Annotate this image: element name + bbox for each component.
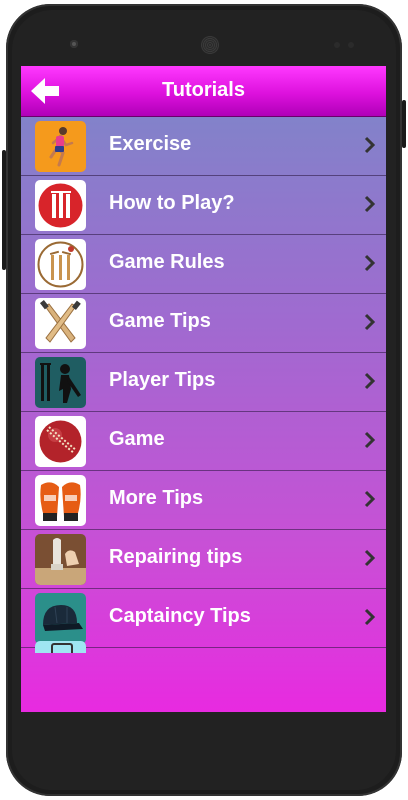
crossed-bats-icon [35, 298, 86, 349]
bag-icon [51, 643, 73, 653]
partial-list-item-thumb [35, 641, 86, 653]
list-item-label: Repairing tips [109, 546, 243, 568]
cricket-cap-icon [35, 593, 86, 644]
list-item-label: Player Tips [109, 369, 216, 391]
list-item-label: How to Play? [109, 192, 235, 214]
list-item-label: Captaincy Tips [109, 605, 251, 627]
list-item-more-tips[interactable]: More Tips [21, 471, 386, 530]
list-item-captaincy-tips[interactable]: Captaincy Tips [21, 589, 386, 648]
chevron-right-icon [364, 312, 376, 332]
chevron-right-icon [364, 194, 376, 214]
list-item-label: More Tips [109, 487, 204, 509]
chevron-right-icon [364, 607, 376, 627]
keeping-gloves-icon [35, 475, 86, 526]
cricket-ball-icon [35, 416, 86, 467]
bat-repair-icon [35, 534, 86, 585]
chevron-right-icon [364, 371, 376, 391]
power-button [402, 100, 406, 148]
list-item-label: Game Tips [109, 310, 211, 332]
light-sensor [348, 42, 354, 48]
earpiece-speaker [201, 36, 219, 54]
list-item-label: Exercise [109, 133, 192, 155]
tutorial-list: Exercise How to Play? Game Rules Game Ti… [21, 117, 386, 653]
proximity-sensor [334, 42, 340, 48]
list-item-game-tips[interactable]: Game Tips [21, 294, 386, 353]
batsman-icon [35, 357, 86, 408]
list-item-game[interactable]: Game [21, 412, 386, 471]
list-item-player-tips[interactable]: Player Tips [21, 353, 386, 412]
runner-icon [35, 121, 86, 172]
chevron-right-icon [364, 489, 376, 509]
list-item-label: Game [109, 428, 165, 450]
cricket-ball-wicket-icon [35, 180, 86, 231]
volume-button [2, 150, 6, 270]
stumps-icon [35, 239, 86, 290]
app-bar: Tutorials [21, 66, 386, 117]
list-item-repairing-tips[interactable]: Repairing tips [21, 530, 386, 589]
list-item-how-to-play[interactable]: How to Play? [21, 176, 386, 235]
list-item-label: Game Rules [109, 251, 225, 273]
chevron-right-icon [364, 548, 376, 568]
list-item-exercise[interactable]: Exercise [21, 117, 386, 176]
chevron-right-icon [364, 430, 376, 450]
front-camera [70, 40, 78, 48]
page-title: Tutorials [162, 79, 245, 101]
app-screen: Tutorials Exercise How to Play? Game Rul… [21, 66, 386, 712]
chevron-right-icon [364, 253, 376, 273]
chevron-right-icon [364, 135, 376, 155]
list-item-game-rules[interactable]: Game Rules [21, 235, 386, 294]
